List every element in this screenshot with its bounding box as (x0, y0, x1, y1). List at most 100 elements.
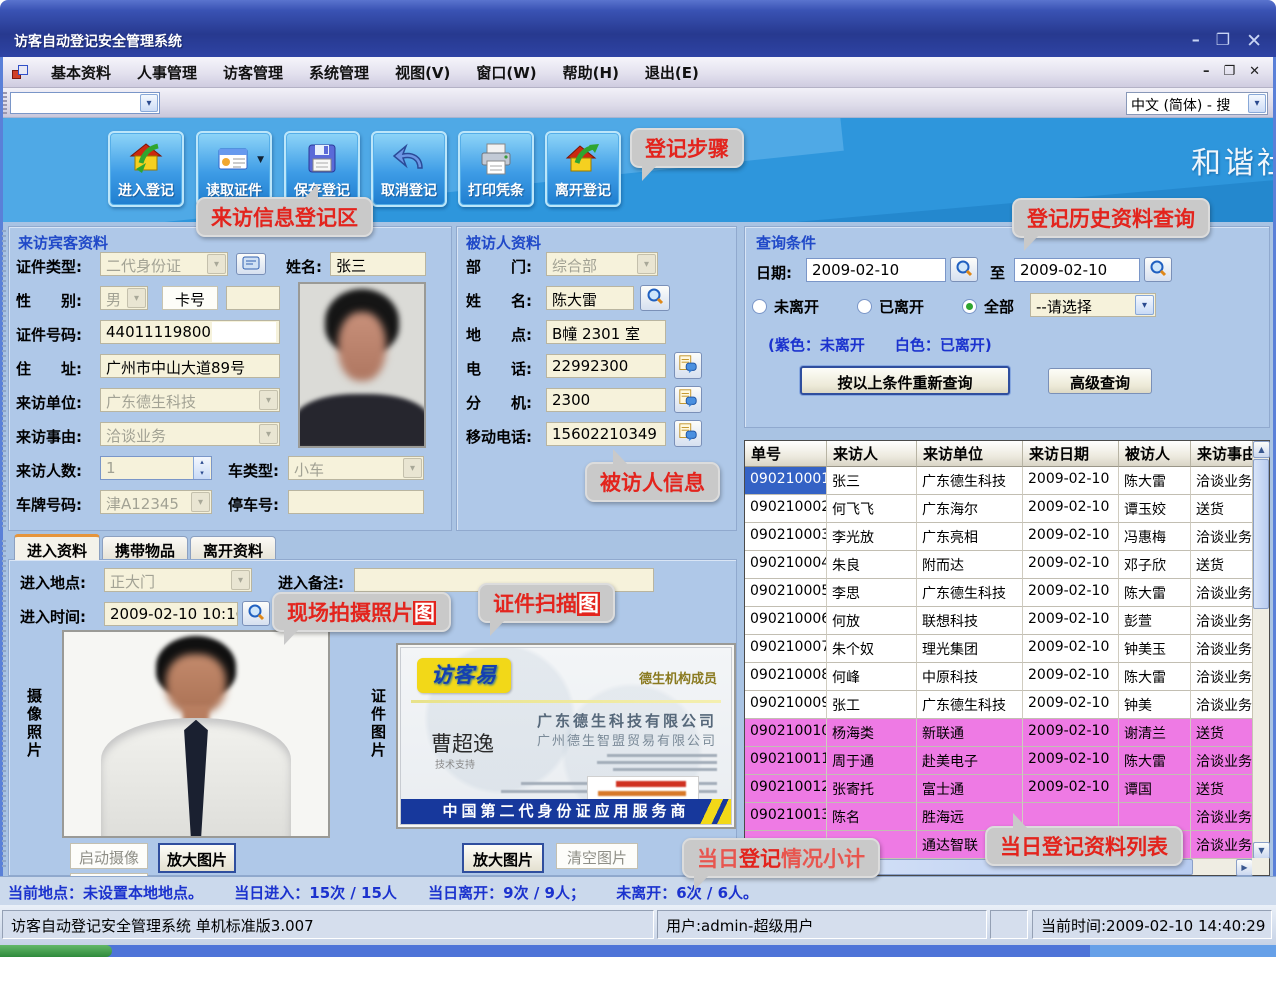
menu-item[interactable]: 窗口(W) (463, 58, 549, 87)
scroll-up-icon[interactable]: ▲ (1253, 441, 1270, 458)
ext-input[interactable]: 2300 (546, 388, 666, 412)
phone-input[interactable]: 22992300 (546, 354, 666, 378)
toolbar-combobox[interactable]: ▾ (10, 92, 160, 114)
date-from-input[interactable]: 2009-02-10 (806, 258, 946, 282)
splitter-grip[interactable] (2, 230, 6, 527)
radio-option[interactable]: 已离开 (857, 296, 924, 317)
table-header-cell[interactable]: 来访事由 (1191, 441, 1253, 467)
advanced-search-button[interactable]: 高级查询 (1048, 368, 1152, 394)
table-row[interactable]: 090210002 何飞飞 广东海尔 2009-02-10 谭玉姣 送货 (745, 495, 1253, 523)
table-row[interactable]: 090210005 李思 广东德生科技 2009-02-10 陈大雷 洽谈业务 (745, 579, 1253, 607)
table-row[interactable]: 090210003 李光放 广东亮相 2009-02-10 冯惠梅 洽谈业务 (745, 523, 1253, 551)
plate-select[interactable]: 津A12345 (100, 490, 212, 514)
menu-item[interactable]: 视图(V) (382, 58, 463, 87)
radio-option[interactable]: 全部 (962, 296, 1014, 317)
card-no-input[interactable] (226, 286, 280, 310)
dept-select[interactable]: 综合部 (546, 252, 658, 276)
ext-message-button[interactable] (674, 386, 702, 413)
language-selector[interactable]: 中文 (简体) - 搜 ▾ (1126, 92, 1268, 115)
visitor-count-label: 来访人数: (16, 460, 82, 481)
vehicle-type-select[interactable]: 小车 (288, 456, 424, 480)
chevron-down-icon[interactable]: ▾ (140, 94, 158, 112)
read-id-button[interactable]: ▼ 读取证件 (196, 131, 272, 207)
visitor-name-input[interactable]: 张三 (330, 252, 426, 276)
menu-item[interactable]: 访客管理 (210, 58, 296, 87)
gender-select[interactable]: 男 (100, 286, 148, 310)
callout-steps: 登记步骤 (630, 128, 744, 168)
table-row[interactable]: 090210007 朱个奴 理光集团 2009-02-10 钟美玉 洽谈业务 (745, 635, 1253, 663)
gender-label: 性 别: (16, 290, 82, 311)
filter-select[interactable]: --请选择 (1030, 293, 1156, 317)
menu-item[interactable]: 基本资料 (38, 58, 124, 87)
date-to-input[interactable]: 2009-02-10 (1014, 258, 1140, 282)
table-header-cell[interactable]: 单号 (745, 441, 827, 467)
entry-place-select[interactable]: 正大门 (104, 568, 252, 592)
table-row[interactable]: 090210008 何峰 中原科技 2009-02-10 陈大雷 洽谈业务 (745, 663, 1253, 691)
idcard-member: 德生机构成员 (639, 668, 717, 687)
minimize-icon[interactable]: – (1192, 30, 1200, 52)
callout-history: 登记历史资料查询 (1012, 198, 1210, 238)
splitter-grip[interactable] (2, 540, 6, 870)
cancel-registration-button[interactable]: 取消登记 (371, 131, 447, 207)
tab[interactable]: 进入资料 (14, 534, 100, 560)
menu-item[interactable]: 人事管理 (124, 58, 210, 87)
card-reader-button[interactable] (236, 253, 266, 275)
visited-name-input[interactable]: 陈大雷 (546, 286, 634, 310)
mobile-input[interactable]: 15602210349 (546, 422, 666, 446)
mobile-message-button[interactable] (674, 420, 702, 447)
table-header-cell[interactable]: 来访单位 (917, 441, 1023, 467)
photo-button[interactable]: 放大图片 (462, 843, 544, 873)
mdi-minimize-icon[interactable]: – (1203, 64, 1210, 79)
table-row[interactable]: 090210001 张三 广东德生科技 2009-02-10 陈大雷 洽谈业务 (745, 467, 1253, 495)
scroll-right-icon[interactable]: ▶ (1236, 859, 1253, 876)
close-icon[interactable]: ✕ (1246, 30, 1262, 52)
location-input[interactable]: B幢 2301 室 (546, 320, 666, 344)
toolbar-grip[interactable] (3, 92, 7, 114)
menu-item[interactable]: 系统管理 (296, 58, 382, 87)
entry-time-input[interactable]: 2009-02-10 10:16 (104, 602, 238, 626)
leave-registration-button[interactable]: 离开登记 (545, 131, 621, 207)
table-header-cell[interactable]: 来访日期 (1023, 441, 1119, 467)
table-row[interactable]: 090210006 何放 联想科技 2009-02-10 彭萱 洽谈业务 (745, 607, 1253, 635)
visitor-count-stepper[interactable]: 1 (100, 456, 212, 480)
visited-name-search-button[interactable] (640, 285, 670, 311)
visit-reason-select[interactable]: 洽谈业务 (100, 422, 280, 446)
tab[interactable]: 携带物品 (102, 536, 188, 560)
table-row[interactable]: 090210011 周于通 赴美电子 2009-02-10 陈大雷 洽谈业务 (745, 747, 1253, 775)
table-row[interactable]: 090210009 张工 广东德生科技 2009-02-10 钟美 洽谈业务 (745, 691, 1253, 719)
cert-type-select[interactable]: 二代身份证 (100, 252, 228, 276)
table-header-cell[interactable]: 来访人 (827, 441, 917, 467)
vertical-scrollbar[interactable]: ▲ ▼ (1252, 441, 1269, 859)
radio-option[interactable]: 未离开 (752, 296, 819, 317)
date-from-picker-button[interactable] (950, 257, 978, 282)
save-registration-button[interactable]: 保存登记 (284, 131, 360, 207)
requery-button[interactable]: 按以上条件重新查询 (800, 366, 1010, 395)
vertical-scroll-thumb[interactable] (1253, 459, 1269, 609)
restore-icon[interactable]: ❐ (1216, 30, 1230, 52)
title-bar[interactable]: 访客自动登记安全管理系统 – ❐ ✕ (0, 0, 1276, 57)
photo-button[interactable]: 放大图片 (158, 843, 236, 873)
table-row[interactable]: 090210010 杨海类 新联通 2009-02-10 谢清兰 送货 (745, 719, 1253, 747)
mdi-close-icon[interactable]: ✕ (1249, 64, 1260, 79)
date-to-picker-button[interactable] (1144, 257, 1172, 282)
chevron-down-icon[interactable]: ▾ (1248, 94, 1266, 113)
dropdown-arrow-icon[interactable]: ▼ (257, 155, 264, 165)
entry-time-picker-button[interactable] (242, 601, 270, 626)
tab[interactable]: 离开资料 (190, 536, 276, 560)
enter-registration-button[interactable]: 进入登记 (108, 131, 184, 207)
print-receipt-button[interactable]: 打印凭条 (458, 131, 534, 207)
table-header-cell[interactable]: 被访人 (1119, 441, 1191, 467)
menu-item[interactable]: 帮助(H) (550, 58, 632, 87)
scroll-down-icon[interactable]: ▼ (1253, 842, 1270, 859)
menu-item[interactable]: 退出(E) (632, 58, 712, 87)
visit-unit-select[interactable]: 广东德生科技 (100, 388, 280, 412)
phone-message-button[interactable] (674, 352, 702, 379)
address-input[interactable]: 广州市中山大道89号 (100, 354, 280, 378)
table-row[interactable]: 090210012 张寄托 富士通 2009-02-10 谭国 送货 (745, 775, 1253, 803)
table-row[interactable]: 090210004 朱良 附而达 2009-02-10 邓子欣 送货 (745, 551, 1253, 579)
parking-input[interactable] (288, 490, 424, 514)
cert-no-label: 证件号码: (16, 324, 82, 345)
photo-button[interactable]: 清空图片 (556, 843, 638, 869)
mdi-restore-icon[interactable]: ❐ (1223, 64, 1235, 79)
photo-button[interactable]: 启动摄像 (70, 843, 148, 869)
